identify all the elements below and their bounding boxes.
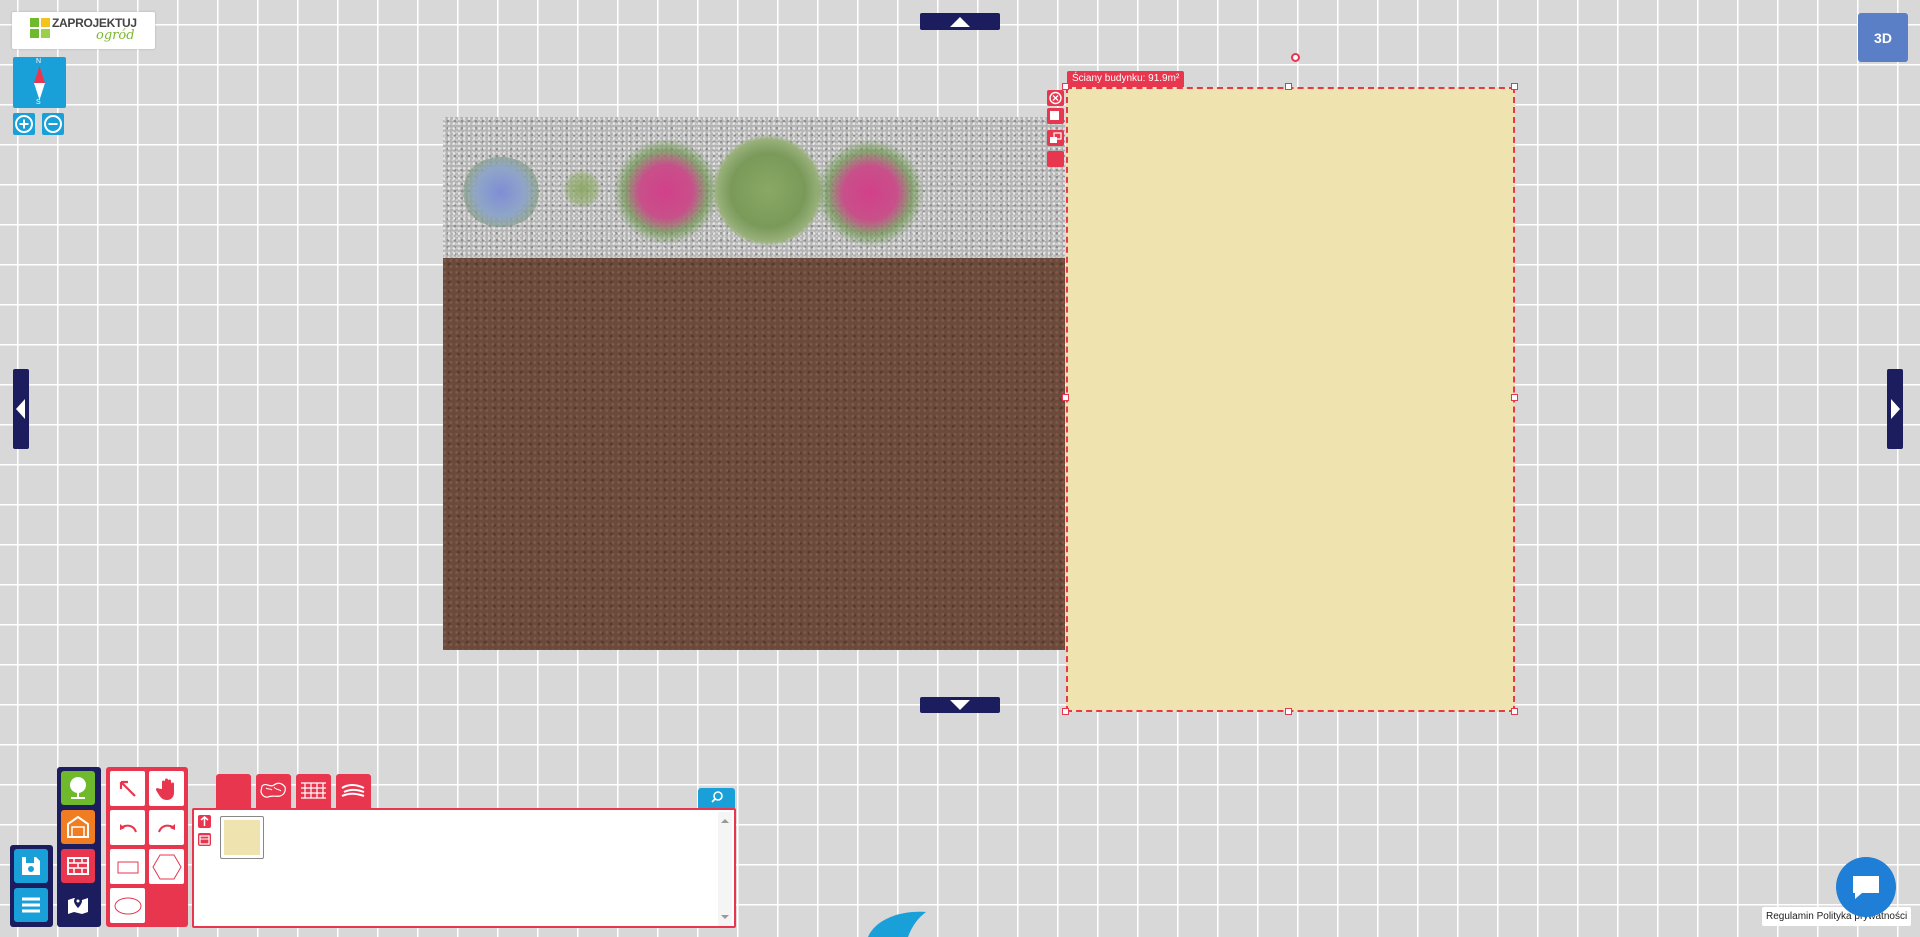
chat-bubble-icon <box>1853 876 1879 899</box>
plant-pink-shrub[interactable] <box>611 139 721 244</box>
scroll-up-icon <box>721 819 729 823</box>
texture-swatch[interactable] <box>220 816 264 859</box>
arrow-left-icon <box>16 399 25 419</box>
send-back-button[interactable] <box>1047 130 1064 146</box>
select-arrow-icon <box>119 780 136 797</box>
zoom-in-icon <box>15 115 33 133</box>
lock-button[interactable] <box>1047 151 1064 167</box>
wood-texture-tab[interactable] <box>336 774 371 809</box>
stone-texture-icon <box>260 782 286 798</box>
plant-round-shrub[interactable] <box>709 133 827 248</box>
selection-area-tag: Ściany budynku: 91.9m² <box>1067 71 1185 87</box>
plant-pink-shrub[interactable] <box>815 139 925 247</box>
calendar-button[interactable] <box>198 833 211 846</box>
upload-icon <box>200 816 209 826</box>
drawing-tools-panel <box>106 767 188 927</box>
wood-texture-icon <box>341 784 365 797</box>
pan-right-button[interactable] <box>1887 369 1903 449</box>
texture-panel <box>192 808 736 928</box>
rectangle-icon <box>117 861 138 873</box>
undo-button[interactable] <box>110 810 145 845</box>
menu-button[interactable] <box>14 888 48 922</box>
terms-link[interactable]: Regulamin <box>1766 911 1814 922</box>
app-logo[interactable]: ZAPROJEKTUJ ogród <box>12 12 155 49</box>
compass-needle-icon <box>34 66 45 100</box>
undo-icon <box>119 823 137 832</box>
pan-left-button[interactable] <box>13 369 29 449</box>
brand-swoosh-icon <box>868 911 926 937</box>
search-icon <box>711 791 723 803</box>
menu-icon <box>22 897 40 913</box>
compass-south-label: S <box>36 99 41 106</box>
tile-texture-tab[interactable] <box>296 774 331 809</box>
building-walls[interactable] <box>1066 87 1515 712</box>
file-toolbar <box>10 845 53 927</box>
search-tab[interactable] <box>698 788 735 808</box>
building-icon <box>67 815 89 838</box>
resize-handle[interactable] <box>1285 83 1292 90</box>
ellipse-icon <box>114 897 141 914</box>
scroll-down-icon <box>721 915 729 919</box>
zoom-in-button[interactable] <box>13 113 35 135</box>
resize-handle[interactable] <box>1062 394 1069 401</box>
pan-up-button[interactable] <box>920 13 1000 30</box>
stone-texture-tab[interactable] <box>256 774 291 809</box>
arrow-down-icon <box>950 700 970 710</box>
resize-handle[interactable] <box>1511 83 1518 90</box>
polygon-tool-button[interactable] <box>149 849 184 884</box>
pan-tool-button[interactable] <box>149 771 184 806</box>
compass-north-label: N <box>36 58 42 65</box>
arrow-up-icon <box>950 17 970 27</box>
copy-icon <box>1050 111 1059 120</box>
resize-handle[interactable] <box>1511 708 1518 715</box>
delete-selection-button[interactable] <box>1047 90 1064 106</box>
map-category-button[interactable] <box>61 888 95 922</box>
category-toolbar <box>57 767 101 927</box>
logo-icon <box>30 18 50 38</box>
map-pin-icon <box>68 897 88 914</box>
tile-texture-icon <box>301 782 326 799</box>
arrow-right-icon <box>1891 399 1900 419</box>
hexagon-icon <box>151 854 182 879</box>
logo-subtext: ogród <box>96 28 135 43</box>
gravel-bed[interactable] <box>443 117 1065 258</box>
wall-icon <box>67 857 89 875</box>
texture-swatch-color <box>224 820 260 855</box>
resize-handle[interactable] <box>1062 708 1069 715</box>
surfaces-category-button[interactable] <box>61 849 95 883</box>
plants-category-button[interactable] <box>61 771 95 805</box>
view-3d-button[interactable]: 3D <box>1858 13 1908 62</box>
close-icon <box>1049 91 1062 105</box>
tree-icon <box>70 777 86 799</box>
layer-order-icon <box>1050 132 1062 143</box>
rotate-handle[interactable] <box>1291 53 1300 62</box>
plant-small-grass[interactable] <box>563 169 601 209</box>
resize-handle[interactable] <box>1285 708 1292 715</box>
select-tool-button[interactable] <box>110 771 145 806</box>
move-up-button[interactable] <box>198 815 211 828</box>
soil-bed[interactable] <box>443 258 1065 650</box>
save-button[interactable] <box>14 849 48 883</box>
zoom-out-button[interactable] <box>42 113 64 135</box>
panel-scrollbar[interactable] <box>718 812 732 926</box>
zoom-out-icon <box>44 115 62 133</box>
redo-icon <box>157 823 175 832</box>
ellipse-tool-button[interactable] <box>110 888 145 923</box>
save-icon <box>22 857 40 875</box>
rectangle-tool-button[interactable] <box>110 849 145 884</box>
redo-button[interactable] <box>149 810 184 845</box>
plant-blue-flowers[interactable] <box>461 157 541 227</box>
garden-area[interactable] <box>443 117 1065 650</box>
buildings-category-button[interactable] <box>61 810 95 844</box>
color-tab[interactable] <box>216 774 251 809</box>
resize-handle[interactable] <box>1511 394 1518 401</box>
duplicate-button[interactable] <box>1047 108 1064 124</box>
pan-down-button[interactable] <box>920 697 1000 713</box>
compass[interactable]: N S <box>13 57 66 108</box>
footer-links: Regulamin Polityka prywatności <box>1762 907 1912 926</box>
resize-handle[interactable] <box>1062 83 1069 90</box>
hand-icon <box>155 778 174 800</box>
calendar-icon <box>199 835 210 845</box>
chat-button[interactable] <box>1836 857 1896 917</box>
